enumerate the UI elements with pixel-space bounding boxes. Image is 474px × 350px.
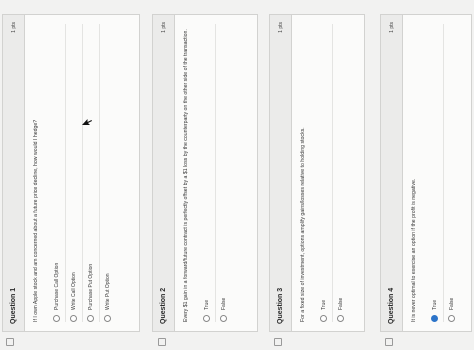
question-card: Question 1 1 pts If I own Apple stock an… [2, 14, 140, 332]
answer-option[interactable]: Purchase Call Option [49, 24, 65, 322]
radio-button[interactable] [203, 315, 210, 322]
answer-option[interactable]: Write Put Option [98, 24, 116, 322]
question-header: Question 4 1 pts [381, 15, 403, 331]
answer-option[interactable]: False [214, 24, 232, 322]
answer-label: True [203, 299, 210, 310]
question-title: Question 2 [160, 287, 167, 324]
radio-button[interactable] [104, 315, 111, 322]
question-header: Question 1 1 pts [3, 15, 25, 331]
flag-question-icon[interactable] [274, 338, 282, 346]
question-header: Question 2 1 pts [153, 15, 175, 331]
answer-option[interactable]: True [199, 24, 215, 322]
question-card: Question 2 1 pts Every $1 gain in a forw… [152, 14, 258, 332]
radio-button[interactable] [320, 315, 327, 322]
answer-label: True [431, 299, 438, 310]
flag-question-icon[interactable] [6, 338, 14, 346]
answer-options: True False [316, 24, 349, 322]
answer-options: Purchase Call Option Write Call Option P… [49, 24, 116, 322]
answer-option[interactable]: Purchase Put Option [81, 24, 99, 322]
answer-label: Purchase Put Option [87, 263, 94, 310]
radio-button[interactable] [53, 315, 60, 322]
flag-question-icon[interactable] [158, 338, 166, 346]
answer-option[interactable]: False [442, 24, 460, 322]
question-body: Every $1 gain in a forward/future contra… [175, 15, 240, 331]
question-text: If I own Apple stock and am concerned ab… [33, 119, 39, 322]
radio-button[interactable] [337, 315, 344, 322]
question-points: 1 pts [277, 22, 284, 33]
answer-label: Write Call Option [70, 272, 77, 310]
radio-button[interactable] [220, 315, 227, 322]
radio-button[interactable] [448, 315, 455, 322]
question-body: If I own Apple stock and am concerned ab… [25, 15, 124, 331]
question-text: For a fixed size of investment, options … [300, 127, 306, 322]
radio-button[interactable] [431, 315, 438, 322]
question-points: 1 pts [388, 22, 395, 33]
answer-label: Purchase Call Option [53, 262, 60, 310]
answer-label: False [337, 297, 344, 310]
question-body: For a fixed size of investment, options … [292, 15, 357, 331]
answer-label: False [448, 297, 455, 310]
question-card: Question 3 1 pts For a fixed size of inv… [269, 14, 365, 332]
question-title: Question 4 [388, 287, 395, 324]
question-title: Question 3 [277, 287, 284, 324]
answer-option[interactable]: False [331, 24, 349, 322]
flag-question-icon[interactable] [385, 338, 393, 346]
question-title: Question 1 [10, 287, 17, 324]
answer-option[interactable]: True [316, 24, 332, 322]
mouse-cursor-icon [82, 119, 92, 125]
answer-label: False [220, 297, 227, 310]
question-header: Question 3 1 pts [270, 15, 292, 331]
answer-label: True [320, 299, 327, 310]
question-points: 1 pts [10, 22, 17, 33]
radio-button[interactable] [70, 315, 77, 322]
question-body: It is never optimal to exercise an optio… [403, 15, 468, 331]
answer-option[interactable]: Write Call Option [64, 24, 82, 322]
answer-label: Write Put Option [104, 273, 111, 310]
question-text: It is never optimal to exercise an optio… [411, 178, 417, 322]
question-points: 1 pts [160, 22, 167, 33]
answer-options: True False [199, 24, 232, 322]
quiz-page: Question 1 1 pts If I own Apple stock an… [0, 0, 474, 350]
answer-option[interactable]: True [427, 24, 443, 322]
radio-button[interactable] [87, 315, 94, 322]
answer-options: True False [427, 24, 460, 322]
question-text: Every $1 gain in a forward/future contra… [183, 29, 189, 322]
question-card: Question 4 1 pts It is never optimal to … [380, 14, 472, 332]
